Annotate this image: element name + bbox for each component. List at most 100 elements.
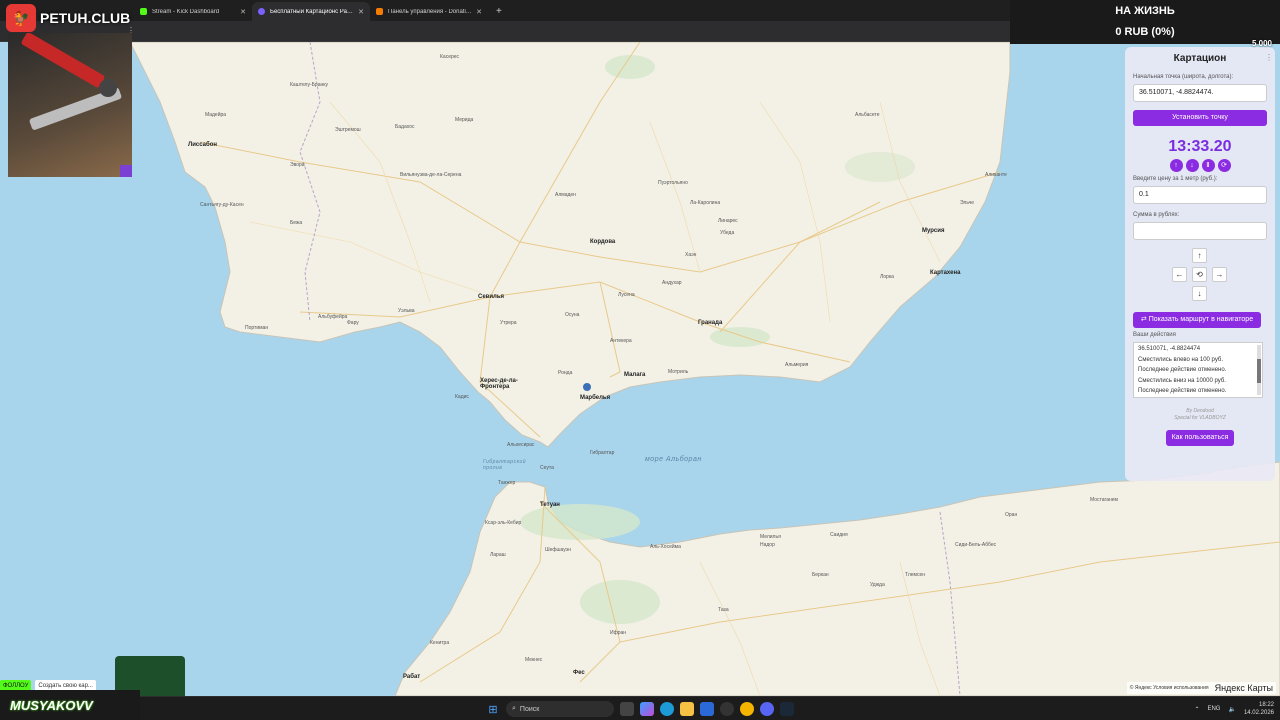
city-label: Лараш <box>490 552 506 558</box>
move-left-button[interactable]: ← <box>1172 267 1187 282</box>
city-label: Мотриль <box>668 369 689 375</box>
chrome-icon[interactable] <box>740 702 754 716</box>
discord-icon[interactable] <box>760 702 774 716</box>
brand-name: PETUH.CLUB <box>40 10 131 26</box>
city-label: Мекнес <box>525 657 543 663</box>
log-entry: Последнее действие отменено. <box>1138 367 1227 373</box>
set-point-button[interactable]: Установить точку <box>1133 110 1267 126</box>
obs-icon[interactable] <box>720 702 734 716</box>
panel-menu-icon[interactable]: ⋮ <box>1265 53 1273 62</box>
city-label: Кордова <box>590 239 616 245</box>
city-label: Лиссабон <box>188 142 217 148</box>
log-scrollbar[interactable] <box>1257 345 1261 395</box>
strait-label: Гибралтарский пролив <box>483 459 527 471</box>
city-label: Таза <box>718 607 729 613</box>
close-icon[interactable]: ✕ <box>240 8 246 16</box>
copilot-icon[interactable] <box>640 702 654 716</box>
city-label: Каштелу-Бранку <box>290 82 328 88</box>
credits-special: Special for VLADBOYZ <box>1174 415 1226 421</box>
how-to-use-button[interactable]: Как пользоваться <box>1166 430 1234 446</box>
timer-pause-button[interactable]: Ⅱ <box>1201 159 1215 172</box>
clock-time: 18:22 <box>1258 702 1274 708</box>
city-label: Бежа <box>290 220 303 226</box>
tab-title: Stream - Kick Dashboard <box>152 8 220 15</box>
move-down-button[interactable]: ↓ <box>1192 286 1207 301</box>
city-label: Альмерия <box>785 362 809 368</box>
tab-kartacion[interactable]: Бесплатный Картационс Расс... ✕ <box>252 2 370 21</box>
city-label: Херес-де-ла-Фронтера <box>480 378 518 390</box>
city-label: Кадис <box>455 394 469 400</box>
site-icon <box>258 8 265 15</box>
steam-icon[interactable] <box>780 702 794 716</box>
log-entry: 36.510071, -4.8824474 <box>1138 346 1201 352</box>
city-label: Осуна <box>565 312 580 318</box>
volume-icon[interactable]: 🔈 <box>1228 706 1235 713</box>
streamer-nameplate: MUSYAKOVV <box>0 690 140 720</box>
city-label: Оран <box>1005 512 1018 518</box>
city-label: Фес <box>573 670 585 676</box>
explorer-icon[interactable] <box>680 702 694 716</box>
clock[interactable]: 18:22 14.02.2026 <box>1244 701 1274 717</box>
start-point-input[interactable]: 36.510071, -4.8824474. <box>1133 84 1267 102</box>
city-label: Бадахос <box>395 124 415 130</box>
city-label: Саидия <box>830 532 848 538</box>
city-label: Уджда <box>870 582 885 588</box>
log-entry: Сместились влево на 100 руб. <box>1138 356 1223 363</box>
close-icon[interactable]: ✕ <box>358 8 364 16</box>
timer-display: 13:33.20 <box>1168 138 1232 155</box>
timer-up-button[interactable]: ↑ <box>1169 159 1183 172</box>
timer-down-button[interactable]: ↓ <box>1185 159 1199 172</box>
yandex-maps-logo[interactable]: Яндекс Карты <box>1215 683 1273 693</box>
city-label: Гибралтар <box>590 450 615 456</box>
system-tray: ⌃ ENG 🔈 18:22 14.02.2026 <box>1194 697 1274 720</box>
city-label: Сиди-Бель-Аббес <box>955 542 997 548</box>
map-geography <box>129 42 1280 696</box>
taskbar: ⊞ ⌕ Поиск ⌃ ENG 🔈 18:22 14.02.2026 <box>0 696 1280 720</box>
tab-donationalerts[interactable]: Панель управления - Donatio... ✕ <box>370 2 488 21</box>
timer-reset-button[interactable]: ⟳ <box>1217 159 1231 172</box>
task-view-icon[interactable] <box>620 702 634 716</box>
tab-kick-dashboard[interactable]: Stream - Kick Dashboard ✕ <box>134 2 252 21</box>
new-tab-button[interactable]: + <box>488 2 510 21</box>
city-label: Антекера <box>610 338 632 344</box>
taskbar-search[interactable]: ⌕ Поиск <box>506 701 614 717</box>
tab-title: Бесплатный Картационс Расс... <box>270 8 355 15</box>
price-label: Введите цену за 1 метр (руб.): <box>1133 176 1218 182</box>
city-label: Альбасете <box>855 112 880 118</box>
store-icon[interactable] <box>700 702 714 716</box>
city-label: Эльче <box>960 200 975 206</box>
move-up-button[interactable]: ↑ <box>1192 248 1207 263</box>
show-route-button[interactable]: ⇄ Показать маршрут в навигаторе <box>1133 312 1261 328</box>
goal-amount: 0 RUB (0%) <box>1115 26 1175 38</box>
undo-button[interactable]: ⟲ <box>1192 267 1207 282</box>
city-label: Утрера <box>500 320 517 326</box>
city-label: Аль-Хосейма <box>650 544 681 550</box>
actions-log[interactable]: 36.510071, -4.8824474 Сместились влево н… <box>1133 342 1263 398</box>
city-label: Портиман <box>245 325 269 331</box>
city-label: Танжер <box>498 480 516 486</box>
city-label: Хаэн <box>685 252 697 258</box>
city-label: Убеда <box>720 230 735 236</box>
timer-controls: ↑ ↓ Ⅱ ⟳ <box>1133 159 1267 172</box>
price-input[interactable]: 0.1 <box>1133 186 1267 204</box>
city-label: Тетуан <box>540 502 560 508</box>
chevron-up-icon[interactable]: ⌃ <box>1194 706 1199 713</box>
city-label: Андухар <box>662 280 682 286</box>
donation-goal-widget: НА ЖИЗНЬ 0 RUB (0%) 5 000 <box>1010 0 1280 48</box>
map-canvas[interactable]: Лиссабон Севилья Кордова Гранада Малага … <box>0 42 1280 696</box>
edge-icon[interactable] <box>660 702 674 716</box>
search-icon: ⌕ <box>512 705 516 712</box>
sum-input[interactable] <box>1133 222 1267 240</box>
city-label: Тлемсен <box>905 572 926 578</box>
city-label: Вильянуэва-де-ла-Серена <box>400 172 462 178</box>
close-icon[interactable]: ✕ <box>476 8 482 16</box>
city-label: Ла-Каролина <box>690 200 721 206</box>
lang-indicator[interactable]: ENG <box>1207 706 1220 712</box>
direction-pad: ↑ ← ⟲ → ↓ <box>1170 248 1230 304</box>
log-entry: Сместились вниз на 10000 руб. <box>1138 377 1226 384</box>
windows-start-icon[interactable]: ⊞ <box>486 702 500 716</box>
city-label: Линарес <box>718 218 738 224</box>
move-right-button[interactable]: → <box>1212 267 1227 282</box>
attribution-text[interactable]: © Яндекс Условия использования <box>1130 685 1209 691</box>
show-route-label: Показать маршрут в навигаторе <box>1148 316 1254 323</box>
